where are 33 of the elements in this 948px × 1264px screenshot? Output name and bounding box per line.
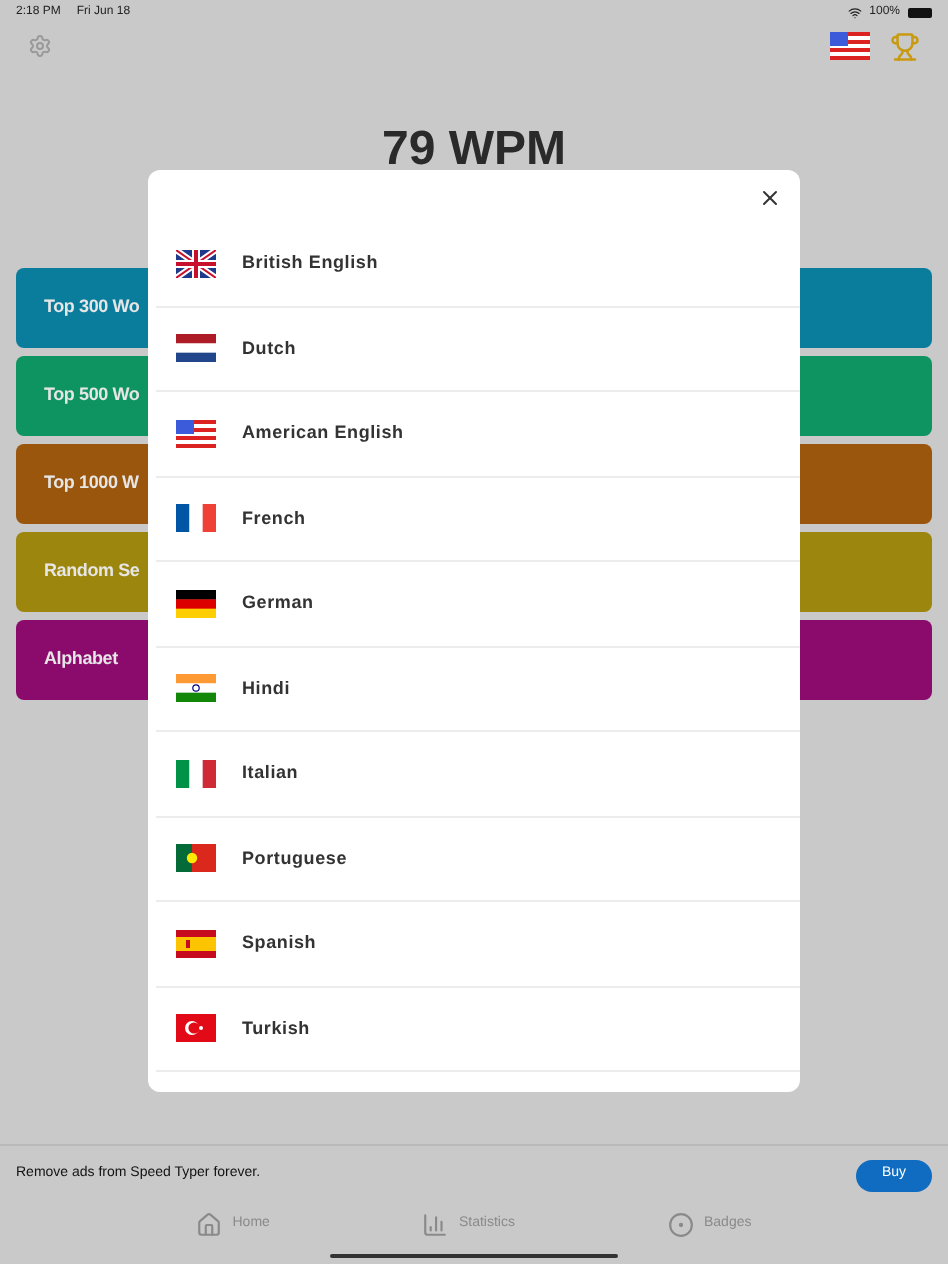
language-item[interactable]: American English: [156, 392, 800, 477]
battery-icon: [908, 7, 932, 17]
category-label: Random Se: [44, 558, 140, 585]
language-item[interactable]: Turkish: [156, 987, 800, 1072]
flag-icon: [176, 1014, 216, 1043]
flag-icon: [176, 589, 216, 618]
wifi-icon: [847, 5, 862, 19]
flag-icon: [176, 844, 216, 873]
flag-icon: [176, 334, 216, 363]
flag-icon: [176, 674, 216, 703]
score: 79 WPM: [381, 124, 566, 176]
language-item[interactable]: Italian: [156, 732, 800, 817]
language-item[interactable]: Spanish: [156, 902, 800, 987]
flag-icon: [176, 504, 216, 533]
language-item[interactable]: Hindi: [156, 647, 800, 732]
badge-icon: [667, 1212, 694, 1238]
language-item[interactable]: British English: [156, 222, 800, 307]
bar-chart-icon: [422, 1212, 449, 1238]
flag-icon: [176, 929, 216, 958]
category-label: Top 1000 W: [44, 470, 139, 497]
language-item[interactable]: German: [156, 562, 800, 647]
language-item[interactable]: Dutch: [156, 307, 800, 392]
category-label: Top 300 Wo: [44, 294, 140, 321]
flag-icon[interactable]: [830, 32, 870, 60]
category-label: Top 500 Wo: [44, 382, 140, 409]
close-icon: [758, 186, 782, 210]
flag-icon: [176, 249, 216, 278]
house-icon: [196, 1212, 223, 1238]
flag-icon: [176, 419, 216, 448]
language-item[interactable]: Portuguese: [156, 817, 800, 902]
language-item[interactable]: French: [156, 477, 800, 562]
flag-icon: [176, 759, 216, 788]
category-label: Alphabet: [44, 646, 118, 673]
